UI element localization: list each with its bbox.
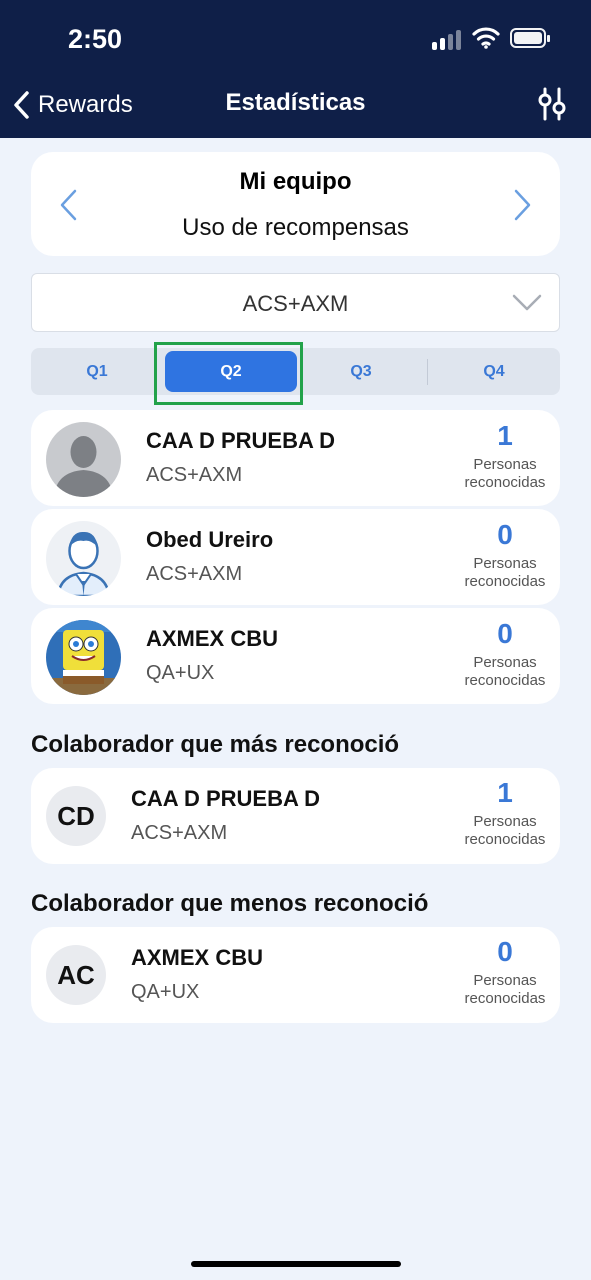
least-recognized-title: Colaborador que menos reconoció	[31, 890, 429, 917]
most-recognized-title: Colaborador que más reconoció	[31, 731, 400, 758]
member-name: AXMEX CBU	[131, 945, 264, 970]
home-indicator[interactable]	[191, 1261, 401, 1267]
list-item[interactable]: AXMEX CBU QA+UX 0 Personas reconocidas	[31, 608, 560, 704]
page-title: Estadísticas	[225, 89, 366, 116]
member-team: QA+UX	[146, 662, 215, 684]
sliders-icon[interactable]	[535, 86, 569, 122]
recognized-label: Personas reconocidas	[464, 654, 546, 689]
team-dropdown[interactable]: ACS+AXM	[31, 273, 560, 332]
recognized-count: 0	[497, 936, 513, 967]
recognized-count: 0	[497, 618, 513, 649]
member-name: CAA D PRUEBA D	[131, 786, 321, 811]
member-name: CAA D PRUEBA D	[146, 428, 336, 453]
cartoon-avatar	[46, 620, 121, 695]
recognized-label: Personas reconocidas	[464, 813, 546, 848]
stats-header-card: Mi equipo Uso de recompensas	[31, 152, 560, 256]
cellular-signal-icon	[432, 28, 462, 50]
silhouette-avatar	[46, 422, 121, 497]
avatar: CD	[46, 786, 106, 846]
recognized-label: Personas reconocidas	[464, 972, 546, 1007]
list-item[interactable]: CAA D PRUEBA D ACS+AXM 1 Personas recono…	[31, 410, 560, 506]
least-recognized-card[interactable]: AC AXMEX CBU QA+UX 0 Personas reconocida…	[31, 927, 560, 1023]
battery-icon	[510, 28, 550, 48]
member-team: ACS+AXM	[146, 464, 243, 486]
recognized-count: 1	[497, 777, 513, 808]
member-name: AXMEX CBU	[146, 626, 279, 651]
recognized-label: Personas reconocidas	[464, 555, 546, 590]
recognized-count: 0	[497, 519, 513, 550]
recognized-count: 1	[497, 420, 513, 451]
tab-q4[interactable]: Q4	[428, 348, 560, 395]
top-bar: 2:50 Rewards Estadísticas	[0, 0, 591, 138]
businessman-avatar	[46, 521, 121, 596]
member-team: ACS+AXM	[131, 822, 228, 844]
avatar: AC	[46, 945, 106, 1005]
most-recognized-card[interactable]: CD CAA D PRUEBA D ACS+AXM 1 Personas rec…	[31, 768, 560, 864]
chevron-down-icon	[512, 294, 542, 311]
tab-q3[interactable]: Q3	[295, 348, 427, 395]
dropdown-value: ACS+AXM	[242, 291, 349, 316]
recognized-label: Personas reconocidas	[464, 456, 546, 491]
member-team: ACS+AXM	[146, 563, 243, 585]
header-subtitle: Uso de recompensas	[182, 214, 409, 241]
status-time: 2:50	[68, 24, 123, 54]
wifi-icon	[472, 27, 500, 49]
member-name: Obed Ureiro	[146, 527, 274, 552]
header-title: Mi equipo	[239, 168, 352, 195]
next-arrow-icon[interactable]	[510, 188, 534, 222]
tab-q1[interactable]: Q1	[31, 348, 163, 395]
list-item[interactable]: Obed Ureiro ACS+AXM 0 Personas reconocid…	[31, 509, 560, 605]
selection-highlight	[154, 342, 303, 405]
member-team: QA+UX	[131, 981, 200, 1003]
